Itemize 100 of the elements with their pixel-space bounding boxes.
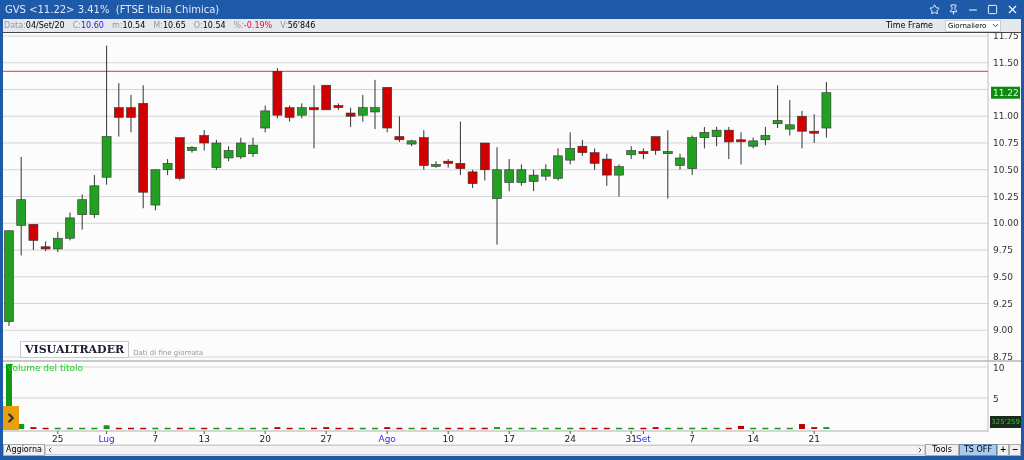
axis-label: 10.00 xyxy=(993,218,1019,229)
date-label: Set xyxy=(636,434,651,444)
volume-bar xyxy=(713,427,720,430)
candlestick xyxy=(785,99,795,136)
candlestick xyxy=(602,153,612,187)
axis-label: 10.75 xyxy=(993,138,1019,148)
volume-bar xyxy=(603,427,610,430)
volume-bar xyxy=(201,427,208,430)
volume-bar xyxy=(530,427,537,430)
tools-button[interactable]: Tools xyxy=(925,444,959,456)
axis-label: 10 xyxy=(993,363,1005,373)
volume-bar xyxy=(664,427,671,430)
volume-bar xyxy=(91,427,98,430)
date-label: 31 xyxy=(625,434,637,444)
date-label: 21 xyxy=(808,434,820,444)
star-icon[interactable] xyxy=(929,4,940,15)
volume-bar xyxy=(140,427,147,430)
volume-bar xyxy=(67,427,73,430)
info-field: C:10.60 xyxy=(72,20,104,31)
volume-bar xyxy=(579,427,586,430)
volume-bar xyxy=(286,427,293,430)
candlestick xyxy=(711,126,722,147)
ts-toggle[interactable]: TS OFF xyxy=(959,444,997,456)
candlestick xyxy=(297,102,307,119)
date-label: 27 xyxy=(320,434,332,444)
candlestick xyxy=(114,82,124,138)
candlestick xyxy=(77,193,87,231)
volume-bar xyxy=(311,427,317,430)
volume-bar xyxy=(79,427,86,430)
zoom-in-button[interactable]: + xyxy=(997,444,1009,456)
axis-label: 8.75 xyxy=(993,352,1014,362)
maximize-icon[interactable] xyxy=(987,4,998,15)
candlestick xyxy=(687,135,697,176)
volume-bar xyxy=(774,427,781,430)
date-label: 13 xyxy=(198,434,210,444)
volume-bar xyxy=(738,425,744,429)
close-icon[interactable] xyxy=(1006,3,1019,16)
candlestick xyxy=(260,105,270,133)
logo: VISUALTRADER xyxy=(20,341,130,358)
volume-bar xyxy=(298,427,305,430)
date-label: Ago xyxy=(378,434,396,444)
volume-bar xyxy=(542,427,549,430)
volume-bar xyxy=(225,427,232,430)
axis-label: 11.50 xyxy=(993,57,1019,68)
candlestick xyxy=(736,131,746,165)
candlestick xyxy=(187,145,197,154)
window-title: GVS <11.22> 3.41% (FTSE Italia Chimica) xyxy=(4,3,220,17)
time-frame-label: Time Frame xyxy=(885,20,933,31)
volume-bar xyxy=(689,427,696,430)
volume-bar xyxy=(103,425,110,429)
pin-icon[interactable] xyxy=(948,4,959,15)
volume-bar xyxy=(115,427,122,430)
info-field: Data:04/Set/20 xyxy=(4,20,65,31)
volume-bar xyxy=(250,427,256,430)
axis-label: 9.25 xyxy=(993,298,1014,309)
volume-bar xyxy=(445,427,452,430)
candlestick xyxy=(309,84,319,149)
date-label: 20 xyxy=(259,434,271,444)
candlestick xyxy=(675,153,685,171)
volume-bar xyxy=(42,427,49,430)
axis-label: 11.75 xyxy=(993,33,1019,41)
candlestick xyxy=(53,231,63,253)
info-field: m:10.54 xyxy=(111,20,146,31)
volume-bar xyxy=(799,424,805,429)
candlestick xyxy=(821,81,832,139)
volume-bar xyxy=(555,427,561,430)
axis-label: 9.50 xyxy=(993,271,1014,282)
volume-bar xyxy=(372,427,378,430)
candlestick xyxy=(321,84,331,111)
zoom-out-button[interactable]: − xyxy=(1009,444,1021,456)
candlestick xyxy=(541,163,551,181)
axis-label: 5 xyxy=(993,394,999,404)
candlestick xyxy=(809,113,819,144)
volume-bar xyxy=(762,427,769,430)
candlestick xyxy=(699,126,710,149)
volume-bar xyxy=(189,427,195,430)
candlestick xyxy=(516,163,527,187)
volume-bar xyxy=(591,427,598,430)
candlestick xyxy=(577,139,588,157)
volume-bar xyxy=(347,427,354,430)
refresh-button[interactable]: Aggiorna xyxy=(3,444,45,456)
candlestick xyxy=(65,212,75,241)
candlestick xyxy=(614,163,624,197)
date-label: 17 xyxy=(503,434,515,444)
axis-label: 9.00 xyxy=(993,325,1014,336)
volume-bar xyxy=(213,427,220,430)
horizontal-scrollbar[interactable] xyxy=(44,445,926,455)
info-field: %:-0.19% xyxy=(233,20,273,31)
volume-bar xyxy=(750,427,757,430)
expand-button[interactable] xyxy=(3,406,19,430)
candlestick xyxy=(431,160,441,169)
volume-bar xyxy=(408,427,415,430)
candlestick xyxy=(358,94,368,123)
axis-label: 11.00 xyxy=(993,111,1019,122)
volume-bar xyxy=(396,427,403,430)
volume-bar xyxy=(567,427,574,430)
candlestick xyxy=(175,137,185,181)
candlestick xyxy=(480,142,490,181)
info-field: V:56'846 xyxy=(280,20,316,31)
candlestick xyxy=(797,110,807,149)
